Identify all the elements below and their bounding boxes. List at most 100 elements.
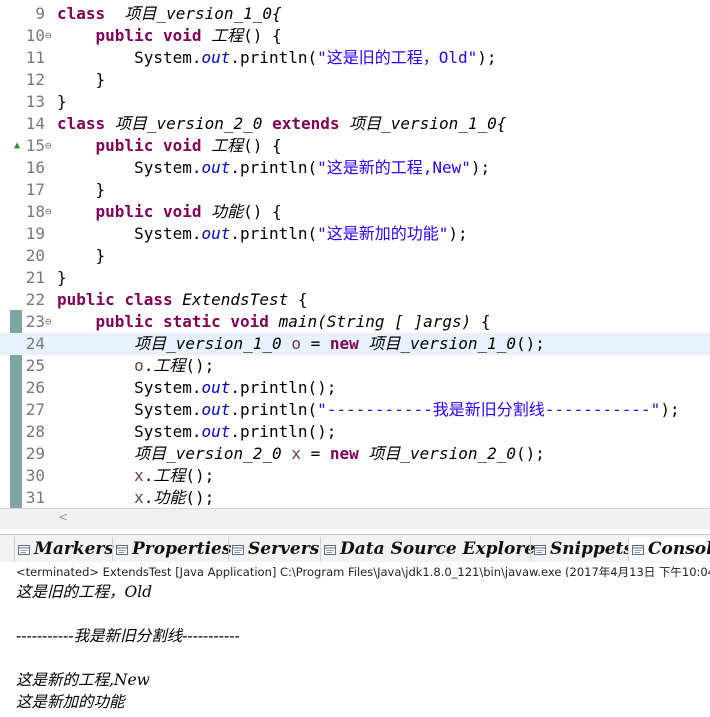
code-line[interactable]: 10 ⊖ public void 工程() { [0,25,710,47]
code-text[interactable]: x.功能(); [57,487,214,508]
fold-toggle-icon[interactable]: ⊖ [45,25,52,47]
code-line[interactable]: ▲ 15 ⊖ public void 工程() { [0,135,710,157]
line-number: 22 [25,290,45,309]
code-line[interactable]: 26 System.out.println(); [0,377,710,399]
line-number: 24 [25,334,45,353]
code-text[interactable]: System.out.println(); [57,421,336,443]
line-number: 21 [25,268,45,287]
line-number: 19 [25,224,45,243]
code-line[interactable]: 9 class 项目_version_1_0{ [0,3,710,25]
code-text[interactable]: System.out.println("-----------我是新旧分割线--… [57,399,680,421]
code-line[interactable]: 11 System.out.println("这是旧的工程，Old"); [0,47,710,69]
line-number: 9 [35,4,45,23]
code-text[interactable]: class 项目_version_1_0{ [57,3,282,25]
tab-markers[interactable]: Markers [14,537,114,561]
markers-icon [17,542,31,556]
line-number: 30 [25,466,45,485]
code-editor[interactable]: 9 class 项目_version_1_0{10 ⊖ public void 工程… [0,0,710,508]
code-text[interactable]: public void 工程() { [57,25,282,47]
data-source-icon [323,542,337,556]
code-text[interactable]: } [57,245,106,267]
fold-toggle-icon[interactable]: ⊖ [45,201,52,223]
views-tab-bar: Markers Properties Servers Data Source Expl… [0,534,710,563]
tab-label: Markers [34,539,114,559]
line-number: 27 [25,400,45,419]
code-text[interactable]: System.out.println("这是旧的工程，Old"); [57,47,496,69]
code-text[interactable]: o.工程(); [57,355,214,377]
tab-properties[interactable]: Properties [112,537,231,561]
line-number: 15 [25,136,45,155]
line-number: 31 [25,488,45,507]
tab-servers[interactable]: Servers [228,537,319,561]
code-line[interactable]: 17 } [0,179,710,201]
code-text[interactable]: public static void main(String [ ]args) … [57,311,491,333]
code-line[interactable]: 30 x.工程(); [0,465,710,487]
tab-consol[interactable]: Consol [628,537,710,561]
code-text[interactable]: System.out.println("这是新加的功能"); [57,223,468,245]
tab-label: Servers [248,539,320,559]
code-text[interactable]: System.out.println("这是新的工程,New"); [57,157,490,179]
console-icon [631,542,645,556]
line-number: 10 [25,26,45,45]
code-line[interactable]: 13} [0,91,710,113]
code-text[interactable]: } [57,179,106,201]
line-number: 11 [25,48,45,67]
code-line-current[interactable]: 24 项目_version_1_0 o = new 项目_version_1_0… [0,333,710,355]
code-text[interactable]: } [57,267,67,289]
code-text[interactable]: public void 功能() { [57,201,282,223]
line-number: 17 [25,180,45,199]
code-text[interactable]: 项目_version_2_0 x = new 项目_version_2_0(); [57,443,545,465]
code-line[interactable]: 20 } [0,245,710,267]
line-number: 16 [25,158,45,177]
line-number: 14 [25,114,45,133]
code-line[interactable]: 31 x.功能(); [0,487,710,508]
code-line[interactable]: 25 o.工程(); [0,355,710,377]
scroll-left-icon[interactable]: < [58,510,68,524]
code-text[interactable]: class 项目_version_2_0 extends 项目_version_… [57,113,506,135]
code-line[interactable]: 12 } [0,69,710,91]
code-text[interactable]: public class ExtendsTest { [57,289,307,311]
line-number: 28 [25,422,45,441]
line-number: 29 [25,444,45,463]
console-output-line: -----------我是新旧分割线----------- [16,627,240,645]
code-line[interactable]: 23 ⊖ public static void main(String [ ]ar… [0,311,710,333]
tab-label: Data Source Explorer [340,539,545,559]
line-number: 25 [25,356,45,375]
code-line[interactable]: 16 System.out.println("这是新的工程,New"); [0,157,710,179]
line-number: 20 [25,246,45,265]
tab-data-source-explorer[interactable]: Data Source Explorer [320,537,544,561]
code-line[interactable]: 14 class 项目_version_2_0 extends 项目_versio… [0,113,710,135]
line-number: 13 [25,92,45,111]
code-line[interactable]: 19 System.out.println("这是新加的功能"); [0,223,710,245]
snippets-icon [533,542,547,556]
line-number: 23 [25,312,45,331]
console-view[interactable]: <terminated> ExtendsTest [Java Applicati… [0,562,710,717]
fold-toggle-icon[interactable]: ⊖ [45,311,52,333]
horizontal-scrollbar[interactable]: < [0,508,710,529]
console-output-line: 这是旧的工程，Old [16,583,153,601]
line-number: 12 [25,70,45,89]
code-line[interactable]: 28 System.out.println(); [0,421,710,443]
code-text[interactable]: public void 工程() { [57,135,282,157]
code-line[interactable]: 21} [0,267,710,289]
code-text[interactable]: 项目_version_1_0 o = new 项目_version_1_0(); [57,333,545,355]
tab-label: Snippets [550,539,634,559]
code-text[interactable]: } [57,69,106,91]
code-text[interactable]: } [57,91,67,113]
code-text[interactable]: x.工程(); [57,465,214,487]
tab-snippets[interactable]: Snippets [530,537,633,561]
code-line[interactable]: 22 public class ExtendsTest { [0,289,710,311]
properties-icon [115,542,129,556]
fold-toggle-icon[interactable]: ⊖ [45,135,52,157]
code-line[interactable]: 18 ⊖ public void 功能() { [0,201,710,223]
code-text[interactable]: System.out.println(); [57,377,336,399]
console-output-line: 这是新的工程,New [16,671,150,689]
line-number: 18 [25,202,45,221]
servers-icon [231,542,245,556]
tab-label: Properties [132,539,232,559]
code-line[interactable]: 27 System.out.println("-----------我是新旧分割… [0,399,710,421]
tab-label: Consol [648,539,710,559]
code-line[interactable]: 29 项目_version_2_0 x = new 项目_version_2_0… [0,443,710,465]
console-header: <terminated> ExtendsTest [Java Applicati… [16,565,710,579]
console-output-line: 这是新加的功能 [16,693,125,711]
